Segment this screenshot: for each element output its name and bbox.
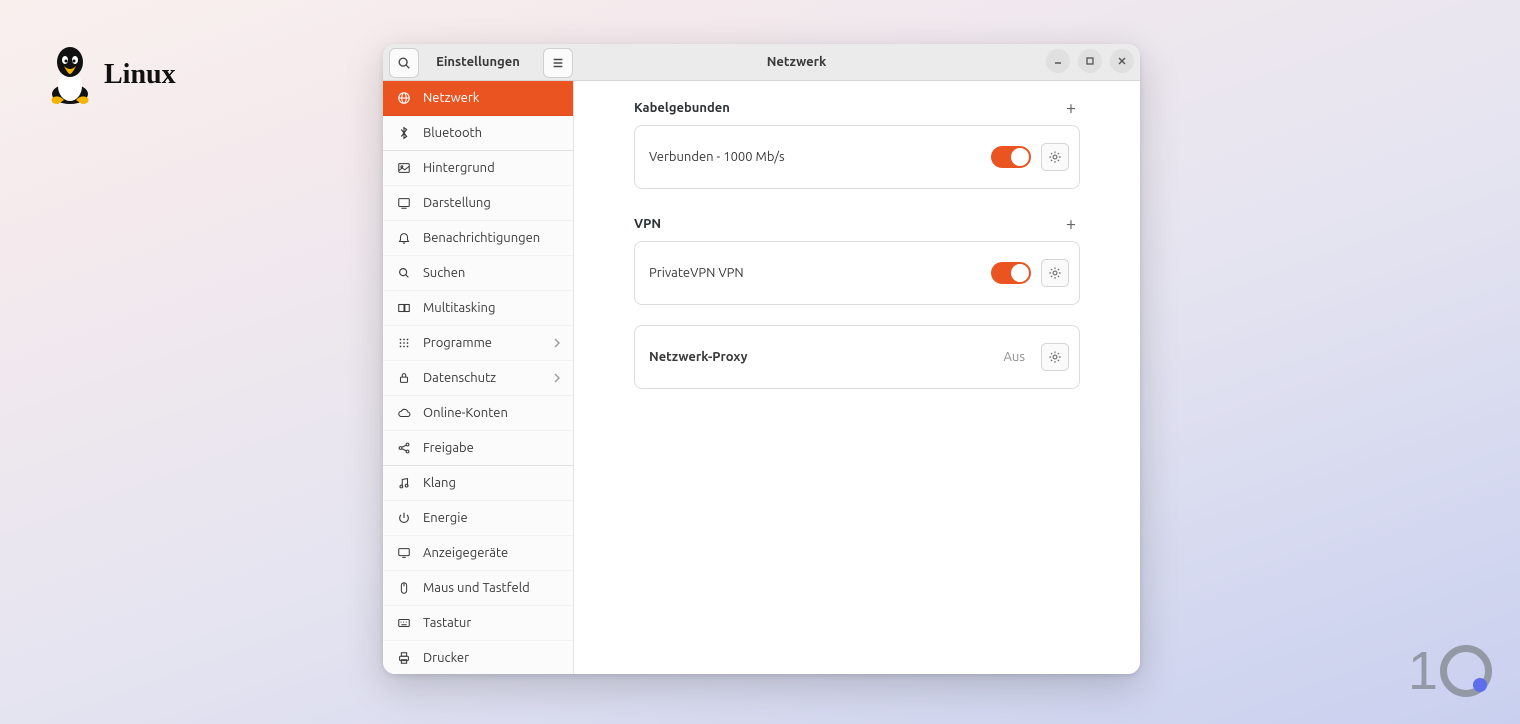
sidebar-item-label: Benachrichtigungen bbox=[423, 231, 561, 245]
chevron-right-icon bbox=[553, 338, 561, 348]
network-panel: Kabelgebunden + Verbunden - 1000 Mb/s VP… bbox=[574, 81, 1140, 674]
power-icon bbox=[397, 511, 411, 525]
bluetooth-icon bbox=[397, 126, 411, 140]
sidebar-item-power[interactable]: Energie bbox=[383, 501, 573, 536]
cloud-icon bbox=[397, 406, 411, 420]
vpn-section-header: VPN + bbox=[634, 215, 1080, 233]
linux-brand: Linux bbox=[44, 44, 176, 106]
sidebar-item-label: Tastatur bbox=[423, 616, 561, 630]
settings-sidebar: Netzwerk Bluetooth Hintergrund Darstellung B… bbox=[383, 81, 574, 674]
sidebar-item-share[interactable]: Freigabe bbox=[383, 431, 573, 466]
multitask-icon bbox=[397, 301, 411, 315]
add-vpn-button[interactable]: + bbox=[1062, 215, 1080, 233]
keyboard-icon bbox=[397, 616, 411, 630]
brand-text: Linux bbox=[104, 59, 176, 91]
sidebar-item-label: Drucker bbox=[423, 651, 561, 665]
wired-section-header: Kabelgebunden + bbox=[634, 99, 1080, 117]
vpn-card: PrivateVPN VPN bbox=[634, 241, 1080, 305]
sidebar-item-label: Klang bbox=[423, 476, 561, 490]
minimize-button[interactable] bbox=[1046, 49, 1070, 73]
sidebar-item-bell[interactable]: Benachrichtigungen bbox=[383, 221, 573, 256]
globe-icon bbox=[397, 91, 411, 105]
sidebar-item-printer[interactable]: Drucker bbox=[383, 641, 573, 674]
proxy-title: Netzwerk-Proxy bbox=[649, 350, 993, 364]
proxy-card: Netzwerk-Proxy Aus bbox=[634, 325, 1080, 389]
display-icon bbox=[397, 546, 411, 560]
sidebar-item-multitask[interactable]: Multitasking bbox=[383, 291, 573, 326]
vpn-title: VPN bbox=[634, 217, 661, 231]
tux-icon bbox=[44, 44, 96, 106]
close-button[interactable] bbox=[1110, 49, 1134, 73]
sidebar-item-display[interactable]: Anzeigegeräte bbox=[383, 536, 573, 571]
sidebar-item-label: Multitasking bbox=[423, 301, 561, 315]
sidebar-item-cloud[interactable]: Online-Konten bbox=[383, 396, 573, 431]
search-icon bbox=[397, 266, 411, 280]
sidebar-item-label: Maus und Tastfeld bbox=[423, 581, 561, 595]
sidebar-item-label: Netzwerk bbox=[423, 91, 561, 105]
watermark-logo: 1 bbox=[1408, 644, 1492, 698]
share-icon bbox=[397, 441, 411, 455]
sidebar-item-label: Energie bbox=[423, 511, 561, 525]
proxy-settings-button[interactable] bbox=[1041, 343, 1069, 371]
appearance-icon bbox=[397, 196, 411, 210]
wired-status: Verbunden - 1000 Mb/s bbox=[649, 150, 981, 164]
lock-icon bbox=[397, 371, 411, 385]
apps-icon bbox=[397, 336, 411, 350]
vpn-name: PrivateVPN VPN bbox=[649, 266, 981, 280]
sidebar-item-mouse[interactable]: Maus und Tastfeld bbox=[383, 571, 573, 606]
wired-settings-button[interactable] bbox=[1041, 143, 1069, 171]
maximize-button[interactable] bbox=[1078, 49, 1102, 73]
sidebar-item-bluetooth[interactable]: Bluetooth bbox=[383, 116, 573, 151]
chevron-right-icon bbox=[553, 373, 561, 383]
sidebar-item-picture[interactable]: Hintergrund bbox=[383, 151, 573, 186]
sidebar-item-label: Darstellung bbox=[423, 196, 561, 210]
sidebar-item-label: Freigabe bbox=[423, 441, 561, 455]
wired-card: Verbunden - 1000 Mb/s bbox=[634, 125, 1080, 189]
settings-window: Einstellungen Netzwerk Netzwerk Bluetooth… bbox=[383, 44, 1140, 674]
sidebar-item-label: Suchen bbox=[423, 266, 561, 280]
mouse-icon bbox=[397, 581, 411, 595]
sidebar-item-label: Anzeigegeräte bbox=[423, 546, 561, 560]
sidebar-item-label: Datenschutz bbox=[423, 371, 541, 385]
titlebar: Einstellungen Netzwerk bbox=[383, 44, 1140, 81]
sidebar-item-appearance[interactable]: Darstellung bbox=[383, 186, 573, 221]
wired-toggle[interactable] bbox=[991, 146, 1031, 168]
sidebar-item-label: Programme bbox=[423, 336, 541, 350]
sidebar-item-globe[interactable]: Netzwerk bbox=[383, 81, 573, 116]
wired-title: Kabelgebunden bbox=[634, 101, 730, 115]
sidebar-item-music[interactable]: Klang bbox=[383, 466, 573, 501]
sidebar-item-label: Hintergrund bbox=[423, 161, 561, 175]
picture-icon bbox=[397, 161, 411, 175]
printer-icon bbox=[397, 651, 411, 665]
sidebar-item-lock[interactable]: Datenschutz bbox=[383, 361, 573, 396]
bell-icon bbox=[397, 231, 411, 245]
sidebar-item-apps[interactable]: Programme bbox=[383, 326, 573, 361]
vpn-toggle[interactable] bbox=[991, 262, 1031, 284]
sidebar-item-search[interactable]: Suchen bbox=[383, 256, 573, 291]
vpn-settings-button[interactable] bbox=[1041, 259, 1069, 287]
proxy-status: Aus bbox=[1003, 350, 1025, 364]
music-icon bbox=[397, 476, 411, 490]
add-wired-button[interactable]: + bbox=[1062, 99, 1080, 117]
hamburger-button[interactable] bbox=[543, 48, 573, 78]
sidebar-item-label: Online-Konten bbox=[423, 406, 561, 420]
sidebar-item-label: Bluetooth bbox=[423, 126, 561, 140]
sidebar-item-keyboard[interactable]: Tastatur bbox=[383, 606, 573, 641]
page-title: Netzwerk bbox=[573, 55, 1020, 69]
